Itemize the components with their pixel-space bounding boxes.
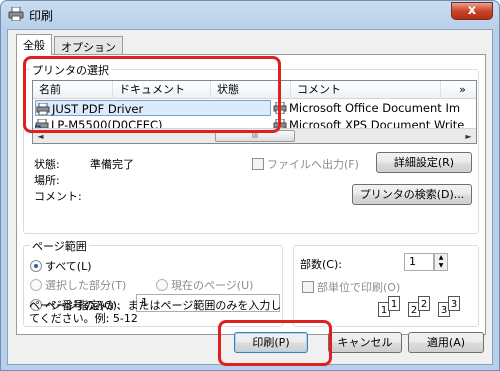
status-label: 状態:	[34, 158, 60, 171]
location-label: 場所:	[34, 174, 60, 187]
copies-spinner[interactable]: ▲ ▼	[434, 253, 448, 271]
collate-checkbox[interactable]: 部単位で印刷(O)	[302, 279, 400, 295]
group-label-page-range: ページ範囲	[30, 238, 89, 254]
detail-settings-button[interactable]: 詳細設定(R)	[376, 152, 472, 173]
collate-page: 1	[388, 296, 400, 311]
checkbox-box	[302, 281, 314, 293]
spin-up-icon[interactable]: ▲	[435, 254, 447, 262]
spin-down-icon[interactable]: ▼	[435, 262, 447, 270]
window-title: 印刷	[29, 9, 54, 23]
collate-illustration: 1 1 2 2 3 3	[378, 294, 474, 324]
title-bar: 印刷 x	[1, 1, 499, 27]
copies-input[interactable]: 1	[404, 253, 434, 271]
group-label-printer: プリンタの選択	[30, 62, 111, 78]
general-tab-panel: プリンタの選択 名前 ドキュメント 状態 コメント » JUST PDF Dri…	[16, 54, 486, 335]
copies-group: 部数(C): 1 ▲ ▼ 部単位で印刷(O) 1 1 2 2 3 3	[293, 245, 479, 327]
column-document[interactable]: ドキュメント	[113, 81, 211, 99]
page-range-help-line2: てください。例: 5-12	[29, 312, 138, 325]
column-name[interactable]: 名前	[33, 81, 113, 99]
tab-options[interactable]: オプション	[54, 36, 123, 54]
close-icon: x	[467, 3, 477, 18]
apply-button[interactable]: 適用(A)	[408, 332, 484, 353]
column-status[interactable]: 状態	[211, 81, 291, 99]
printer-selection-group: プリンタの選択 名前 ドキュメント 状態 コメント » JUST PDF Dri…	[23, 62, 479, 234]
radio-all-pages[interactable]: すべて(L)	[30, 258, 92, 274]
close-button[interactable]: x	[451, 2, 493, 20]
tab-general[interactable]: 全般	[16, 34, 52, 55]
print-to-file-checkbox[interactable]: ファイルへ出力(F)	[252, 156, 359, 172]
radio-dot	[30, 260, 42, 272]
radio-selection[interactable]: 選択した部分(T)	[30, 277, 126, 293]
scroll-left-icon[interactable]: ◄	[33, 130, 48, 143]
cancel-button[interactable]: キャンセル	[328, 332, 402, 353]
printer-item-just-pdf[interactable]: JUST PDF Driver	[35, 100, 271, 116]
print-button[interactable]: 印刷(P)	[234, 332, 308, 353]
column-comment[interactable]: コメント	[291, 81, 441, 99]
status-value: 準備完了	[90, 158, 134, 171]
printer-item-office-document[interactable]: Microsoft Office Document Im	[273, 100, 460, 116]
collate-page: 3	[448, 296, 460, 311]
scroll-right-icon[interactable]: ►	[461, 130, 476, 143]
radio-dot	[156, 279, 168, 291]
horizontal-scrollbar[interactable]: ◄ III ►	[33, 128, 476, 143]
printer-icon	[273, 102, 287, 114]
page-range-help-line1: ページ番号のみか、またはページ範囲のみを入力し	[29, 299, 282, 312]
printer-icon	[8, 7, 24, 21]
scroll-thumb[interactable]: III	[215, 130, 295, 142]
checkbox-box	[252, 158, 264, 170]
radio-dot	[30, 279, 42, 291]
radio-current-page[interactable]: 現在のページ(U)	[156, 277, 253, 293]
printer-list[interactable]: 名前 ドキュメント 状態 コメント » JUST PDF Driver LP-M…	[32, 80, 477, 144]
dialog-body: 全般 オプション プリンタの選択 名前 ドキュメント 状態 コメント » JUS…	[7, 29, 493, 365]
column-more-icon[interactable]: »	[441, 81, 476, 99]
copies-label: 部数(C):	[300, 258, 342, 271]
collate-page: 2	[418, 296, 430, 311]
find-printer-button[interactable]: プリンタの検索(D)...	[352, 184, 472, 205]
list-header: 名前 ドキュメント 状態 コメント »	[33, 81, 476, 99]
comment-label: コメント:	[34, 190, 82, 203]
printer-icon	[36, 103, 50, 115]
print-dialog: 印刷 x 全般 オプション プリンタの選択 名前 ドキュメント 状態 コメント …	[0, 0, 500, 371]
